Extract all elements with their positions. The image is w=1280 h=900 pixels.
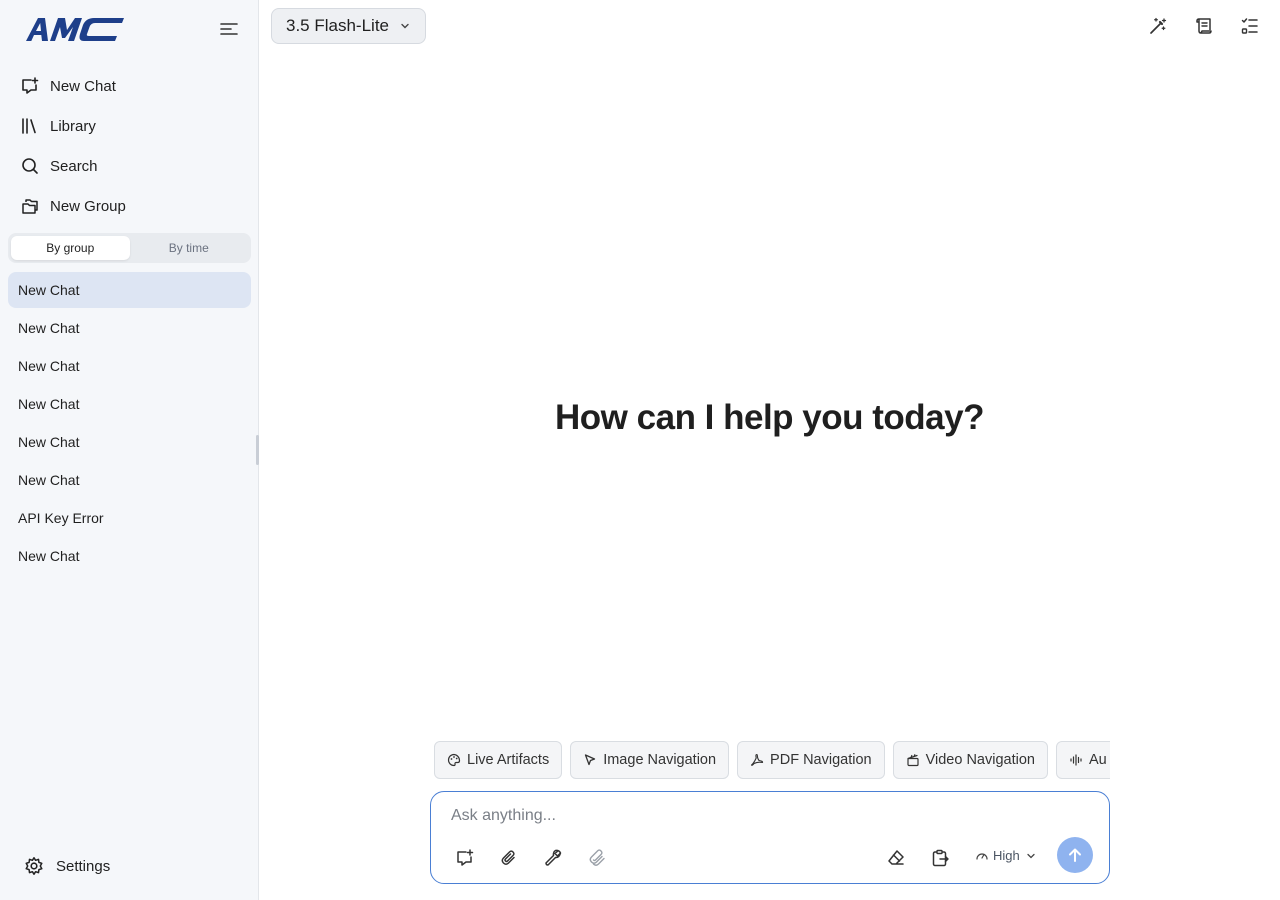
chip-label: Image Navigation bbox=[603, 752, 717, 768]
composer: High bbox=[430, 791, 1110, 884]
magic-wand-button[interactable] bbox=[1146, 14, 1170, 38]
scroll-button[interactable] bbox=[1192, 14, 1216, 38]
paperclip-stack-icon bbox=[589, 849, 605, 866]
sidebar: New Chat Library Search New Group By gro… bbox=[0, 0, 259, 900]
sidebar-item-search[interactable]: Search bbox=[8, 146, 251, 186]
chat-list-item[interactable]: New Chat bbox=[8, 538, 251, 574]
chat-list: New Chat New Chat New Chat New Chat New … bbox=[8, 272, 251, 576]
audio-wave-icon bbox=[1069, 753, 1083, 767]
chat-list-item[interactable]: New Chat bbox=[8, 310, 251, 346]
magic-wand-icon bbox=[1150, 17, 1167, 34]
settings-button[interactable]: Settings bbox=[24, 856, 110, 876]
logo-row bbox=[24, 14, 244, 46]
sidebar-item-label: New Chat bbox=[50, 77, 116, 95]
sidebar-item-label: Library bbox=[50, 117, 96, 135]
collapse-sidebar-button[interactable] bbox=[218, 18, 240, 40]
scroll-icon bbox=[1196, 18, 1212, 34]
chip-label: Video Navigation bbox=[925, 752, 1035, 768]
search-icon bbox=[20, 156, 40, 176]
reasoning-effort-selector[interactable]: High bbox=[975, 848, 1036, 863]
chat-list-item[interactable]: New Chat bbox=[8, 386, 251, 422]
chip-pdf-navigation[interactable]: PDF Navigation bbox=[737, 741, 885, 779]
clapperboard-icon bbox=[906, 753, 920, 767]
chip-label: Live Artifacts bbox=[467, 752, 550, 768]
model-name: 3.5 Flash-Lite bbox=[286, 16, 389, 35]
chevron-down-icon bbox=[1027, 853, 1035, 858]
sidebar-item-library[interactable]: Library bbox=[8, 106, 251, 146]
chat-list-item[interactable]: New Chat bbox=[8, 272, 251, 308]
greeting-heading: How can I help you today? bbox=[555, 398, 984, 437]
task-list-icon bbox=[1241, 18, 1258, 34]
sidebar-item-new-chat[interactable]: New Chat bbox=[8, 66, 251, 106]
arrow-up-icon bbox=[1069, 848, 1081, 862]
chip-image-navigation[interactable]: Image Navigation bbox=[570, 741, 730, 779]
chip-video-navigation[interactable]: Video Navigation bbox=[892, 741, 1048, 779]
suggestion-chips: Live Artifacts Image Navigation PDF Navi… bbox=[434, 741, 1110, 779]
chat-list-item[interactable]: New Chat bbox=[8, 348, 251, 384]
collapse-icon bbox=[220, 23, 238, 35]
clipboard-button[interactable] bbox=[929, 847, 951, 869]
sidebar-item-label: Search bbox=[50, 157, 98, 175]
view-toggle: By group By time bbox=[8, 233, 251, 263]
wrench-icon bbox=[545, 849, 562, 866]
eraser-icon bbox=[888, 850, 904, 865]
gauge-icon bbox=[976, 852, 988, 860]
add-chat-icon bbox=[457, 849, 474, 866]
paperclip-icon bbox=[501, 850, 515, 865]
sidebar-nav: New Chat Library Search New Group bbox=[8, 66, 251, 226]
chat-list-item[interactable]: API Key Error bbox=[8, 500, 251, 536]
palette-icon bbox=[447, 753, 461, 767]
chip-label: PDF Navigation bbox=[770, 752, 872, 768]
send-button[interactable] bbox=[1057, 837, 1093, 873]
top-toolbar bbox=[1124, 14, 1262, 38]
chip-live-artifacts[interactable]: Live Artifacts bbox=[434, 741, 563, 779]
multi-attach-button[interactable] bbox=[586, 847, 608, 869]
toggle-by-time[interactable]: By time bbox=[130, 236, 249, 260]
chip-label: Au bbox=[1088, 752, 1107, 768]
toggle-by-group[interactable]: By group bbox=[11, 236, 130, 260]
library-icon bbox=[20, 116, 40, 136]
new-topic-button[interactable] bbox=[454, 847, 476, 869]
new-chat-icon bbox=[20, 76, 40, 96]
gear-icon bbox=[24, 856, 44, 876]
clear-button[interactable] bbox=[885, 847, 907, 869]
message-input[interactable] bbox=[451, 804, 1071, 828]
clipboard-icon bbox=[932, 849, 949, 867]
sidebar-item-label: New Group bbox=[50, 197, 126, 215]
folder-icon bbox=[20, 196, 40, 216]
tools-button[interactable] bbox=[542, 847, 564, 869]
sidebar-resize-handle[interactable] bbox=[256, 435, 259, 465]
task-list-button[interactable] bbox=[1238, 14, 1262, 38]
chat-list-item[interactable]: New Chat bbox=[8, 462, 251, 498]
settings-label: Settings bbox=[56, 857, 111, 875]
amc-logo bbox=[26, 18, 124, 41]
sidebar-item-new-group[interactable]: New Group bbox=[8, 186, 251, 226]
effort-label: High bbox=[993, 848, 1020, 863]
attach-file-button[interactable] bbox=[498, 847, 520, 869]
cursor-icon bbox=[583, 753, 597, 767]
pdf-icon bbox=[750, 753, 764, 767]
chip-audio-navigation[interactable]: Au bbox=[1055, 741, 1110, 779]
chat-list-item[interactable]: New Chat bbox=[8, 424, 251, 460]
model-selector[interactable]: 3.5 Flash-Lite bbox=[271, 8, 426, 44]
chevron-down-icon bbox=[401, 23, 409, 29]
